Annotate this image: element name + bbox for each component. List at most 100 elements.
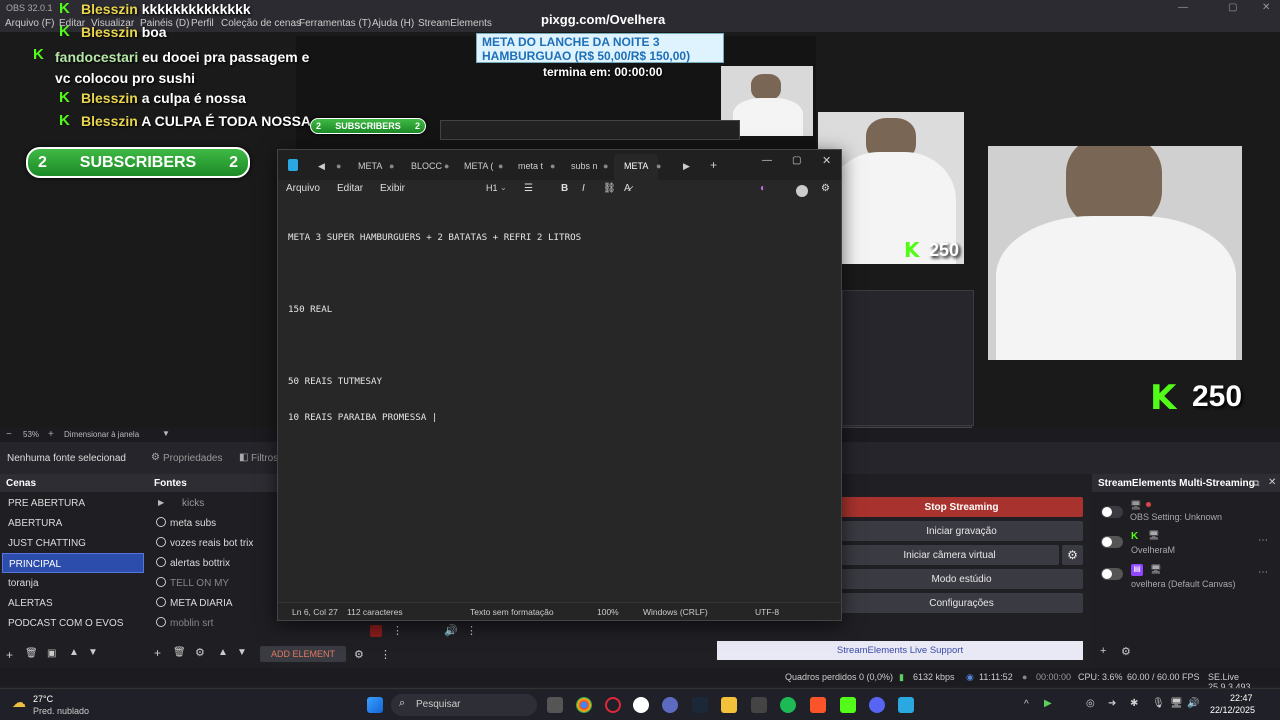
minimize-icon[interactable]: —	[1178, 2, 1188, 13]
chevron-up-icon[interactable]: ▲	[218, 647, 228, 658]
add-icon[interactable]: +	[6, 648, 13, 662]
folder-icon[interactable]	[721, 697, 737, 713]
properties-button[interactable]: Propriedades	[163, 453, 222, 464]
source-item[interactable]: alertas bottrix	[152, 553, 276, 573]
weather-icon[interactable]: ☁	[12, 694, 26, 711]
chevron-down-icon[interactable]: ▼	[237, 647, 247, 658]
tab-subs-n[interactable]: subs n	[571, 161, 598, 171]
start-virtual-cam-button[interactable]: Iniciar câmera virtual	[840, 545, 1059, 565]
toggle[interactable]	[1101, 568, 1123, 580]
chevron-up-icon[interactable]: ^	[1024, 699, 1029, 710]
add-element-button[interactable]: ADD ELEMENT	[260, 646, 346, 662]
studio-mode-button[interactable]: Modo estúdio	[840, 569, 1083, 589]
record-icon[interactable]	[370, 625, 382, 637]
more-icon[interactable]: ⋯	[1258, 567, 1268, 578]
chevron-down-icon[interactable]: ⌄	[500, 183, 507, 192]
source-item-kicks[interactable]: ▶ kicks	[152, 493, 276, 513]
menu-colecao[interactable]: Coleção de cenas	[221, 18, 301, 29]
chevron-up-icon[interactable]: ▲	[69, 647, 79, 658]
more-icon[interactable]: ⋮	[466, 624, 477, 637]
brave-icon[interactable]	[810, 697, 826, 713]
volume-icon[interactable]: 🔊	[1187, 698, 1199, 709]
start-recording-button[interactable]: Iniciar gravação	[840, 521, 1083, 541]
source-item[interactable]: META DIARIA	[152, 593, 276, 613]
zoom-in-icon[interactable]: +	[48, 429, 54, 440]
trash-icon[interactable]: 🗑	[25, 648, 38, 659]
tab-meta-2[interactable]: META (	[464, 161, 493, 171]
heading-select[interactable]: H1	[486, 183, 498, 193]
chevron-down-icon[interactable]: ▼	[162, 429, 170, 438]
notepad-content[interactable]: META 3 SUPER HAMBURGUERS + 2 BATATAS + R…	[288, 208, 581, 448]
scene-item[interactable]: toranja	[2, 573, 144, 593]
scene-item[interactable]: PODCAST COM O EVOS	[2, 613, 144, 633]
close-icon[interactable]: ✕	[1268, 477, 1276, 488]
network-icon[interactable]: 🖥	[1170, 698, 1183, 709]
stop-streaming-button[interactable]: Stop Streaming	[840, 497, 1083, 517]
more-icon[interactable]: ⋯	[1258, 535, 1268, 546]
filters-button[interactable]: Filtros	[251, 453, 278, 464]
tab-blocc[interactable]: BLOCC	[411, 161, 442, 171]
source-item[interactable]: meta subs	[152, 513, 276, 533]
scene-item[interactable]: JUST CHATTING	[2, 533, 144, 553]
source-item[interactable]: moblin srt	[152, 613, 276, 633]
app-icon[interactable]	[751, 697, 767, 713]
live-support-button[interactable]: StreamElements Live Support	[717, 641, 1083, 660]
minimize-icon[interactable]: —	[762, 155, 772, 166]
trash-icon[interactable]: 🗑	[173, 647, 186, 658]
clear-format-icon[interactable]: A̷	[624, 183, 631, 194]
gear-icon[interactable]: ⚙	[821, 183, 830, 194]
clock-date[interactable]: 22/12/2025	[1210, 705, 1255, 715]
menu-ferramentas[interactable]: Ferramentas (T)	[299, 18, 371, 29]
gear-icon[interactable]: ⚙	[1062, 545, 1083, 565]
gear-icon[interactable]: ⚙	[354, 648, 364, 661]
mic-icon[interactable]: 🎙	[1152, 698, 1165, 709]
chevron-left-icon[interactable]: ◀	[318, 161, 325, 172]
bold-icon[interactable]: B	[561, 183, 568, 194]
chrome-icon[interactable]	[576, 697, 592, 713]
chevron-right-icon[interactable]: ▶	[158, 498, 164, 507]
menu-perfil[interactable]: Perfil	[191, 18, 214, 29]
speaker-icon[interactable]: 🔊	[444, 624, 458, 637]
tray-icon[interactable]: ◎	[1086, 698, 1095, 709]
link-icon[interactable]: ⛓	[603, 183, 616, 194]
kick-icon[interactable]	[840, 697, 856, 713]
scale-mode[interactable]: Dimensionar à janela	[64, 430, 139, 439]
search-box[interactable]: ⌕ Pesquisar	[391, 694, 537, 716]
settings-button[interactable]: Configurações	[840, 593, 1083, 613]
menu-ajuda[interactable]: Ajuda (H)	[372, 18, 414, 29]
add-icon[interactable]: +	[1100, 645, 1106, 657]
menu-arquivo[interactable]: Arquivo (F)	[5, 18, 54, 29]
windows-start-icon[interactable]	[367, 697, 383, 713]
gear-icon[interactable]: ⚙	[195, 646, 205, 659]
gear-icon[interactable]: ⚙	[1121, 645, 1131, 658]
obs-icon[interactable]	[633, 697, 649, 713]
more-icon[interactable]: ⋮	[392, 624, 403, 637]
italic-icon[interactable]: I	[582, 183, 585, 194]
copilot-icon[interactable]: ◐	[760, 183, 766, 194]
scene-item-active[interactable]: PRINCIPAL	[2, 553, 144, 573]
list-icon[interactable]: ☰	[524, 183, 533, 194]
tab-meta[interactable]: META	[358, 161, 382, 171]
menu-exibir[interactable]: Exibir	[380, 183, 405, 194]
source-item[interactable]: vozes reais bot trix	[152, 533, 276, 553]
account-icon[interactable]	[796, 185, 808, 197]
undock-icon[interactable]: ⧉	[1253, 478, 1259, 489]
scene-item[interactable]: PRE ABERTURA	[2, 493, 144, 513]
discord-icon[interactable]	[869, 697, 885, 713]
task-view-icon[interactable]	[547, 697, 563, 713]
scene-item[interactable]: ABERTURA	[2, 513, 144, 533]
menu-streamelements[interactable]: StreamElements	[418, 18, 492, 29]
maximize-icon[interactable]: ▢	[1228, 2, 1237, 13]
play-icon[interactable]: ▶	[1044, 698, 1052, 709]
spotify-icon[interactable]	[780, 697, 796, 713]
menu-arquivo[interactable]: Arquivo	[286, 183, 320, 194]
close-icon[interactable]: ✕	[822, 154, 831, 167]
maximize-icon[interactable]: ▢	[792, 155, 801, 166]
menu-editar[interactable]: Editar	[337, 183, 363, 194]
toggle[interactable]	[1101, 506, 1123, 518]
clock-time[interactable]: 22:47	[1230, 693, 1253, 703]
tab-meta-t[interactable]: meta t	[518, 161, 543, 171]
tray-icon[interactable]: ✱	[1130, 698, 1138, 709]
source-item[interactable]: TELL ON MY	[152, 573, 276, 593]
zoom-out-icon[interactable]: −	[6, 429, 12, 440]
